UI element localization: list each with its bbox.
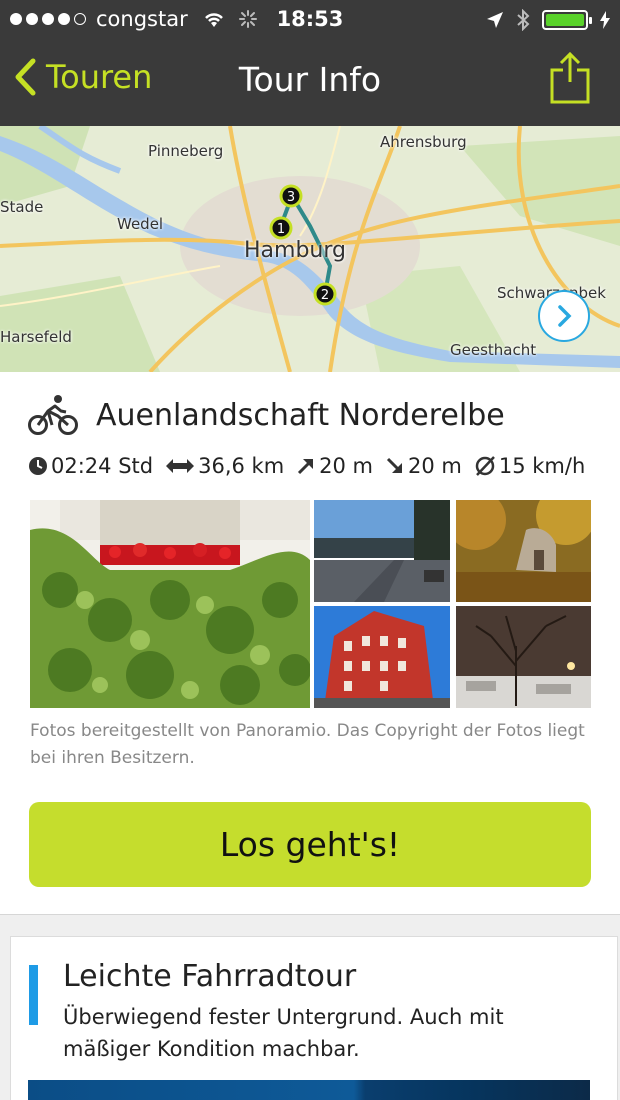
status-bar: congstar 18:53 <box>0 0 620 40</box>
bluetooth-icon <box>517 9 530 31</box>
chevron-right-icon <box>558 305 572 327</box>
difficulty-title: Leichte Fahrradtour <box>63 959 357 994</box>
photo-snowy-tree[interactable] <box>456 606 591 708</box>
bicycle-icon <box>28 395 78 435</box>
distance-arrows-icon <box>166 459 195 473</box>
route-markers: 1 2 3 <box>269 184 337 306</box>
average-icon <box>475 456 495 476</box>
top-bar: congstar 18:53 Touren Tour Info <box>0 0 620 126</box>
clock-icon <box>29 457 47 475</box>
stat-distance: 36,6 km <box>165 454 284 478</box>
route-marker-2[interactable]: 2 <box>313 282 337 306</box>
stat-descent: 20 m <box>385 454 462 478</box>
tour-header: Auenlandschaft Norderelbe <box>28 394 505 436</box>
avg-speed-value: 15 km/h <box>498 454 586 478</box>
stat-ascent: 20 m <box>296 454 373 478</box>
route-map[interactable]: Pinneberg Ahrensburg Stade Wedel Hamburg… <box>0 126 620 372</box>
svg-text:3: 3 <box>287 190 295 205</box>
difficulty-image <box>28 1080 590 1100</box>
ascent-value: 20 m <box>319 454 374 478</box>
status-right <box>486 9 610 31</box>
ascent-arrow-icon <box>298 459 314 475</box>
route-marker-3[interactable]: 3 <box>279 184 303 208</box>
stat-avg-speed: 15 km/h <box>474 454 585 478</box>
tour-stats: 02:24 Std 36,6 km 20 m 20 m 15 km/h <box>28 454 597 478</box>
descent-arrow-icon <box>386 457 403 473</box>
photo-ivy-balcony[interactable] <box>30 500 310 708</box>
descent-value: 20 m <box>408 454 462 478</box>
tour-title: Auenlandschaft Norderelbe <box>96 397 505 433</box>
battery-icon <box>542 10 592 30</box>
stat-duration: 02:24 Std <box>28 454 153 478</box>
share-button[interactable] <box>550 51 590 108</box>
location-arrow-icon <box>487 12 503 28</box>
photo-autumn-hut[interactable] <box>456 500 591 602</box>
photo-caption: Fotos bereitgestellt von Panoramio. Das … <box>30 721 585 768</box>
difficulty-card: Leichte Fahrradtour Überwiegend fester U… <box>10 936 618 1100</box>
svg-text:1: 1 <box>277 222 285 237</box>
share-icon <box>550 51 590 104</box>
duration-value: 02:24 Std <box>51 454 154 478</box>
photo-street[interactable] <box>314 500 450 602</box>
photo-red-building[interactable] <box>314 606 450 708</box>
difficulty-description: Überwiegend fester Untergrund. Auch mit … <box>63 1005 504 1061</box>
start-tour-button[interactable]: Los geht's! <box>29 802 591 887</box>
charging-icon <box>600 11 610 29</box>
svg-text:2: 2 <box>321 288 329 303</box>
page-title: Tour Info <box>238 60 382 99</box>
difficulty-color-bar <box>29 965 38 1025</box>
distance-value: 36,6 km <box>198 454 285 478</box>
map-expand-button[interactable] <box>538 290 590 342</box>
route-marker-1[interactable]: 1 <box>269 216 293 240</box>
